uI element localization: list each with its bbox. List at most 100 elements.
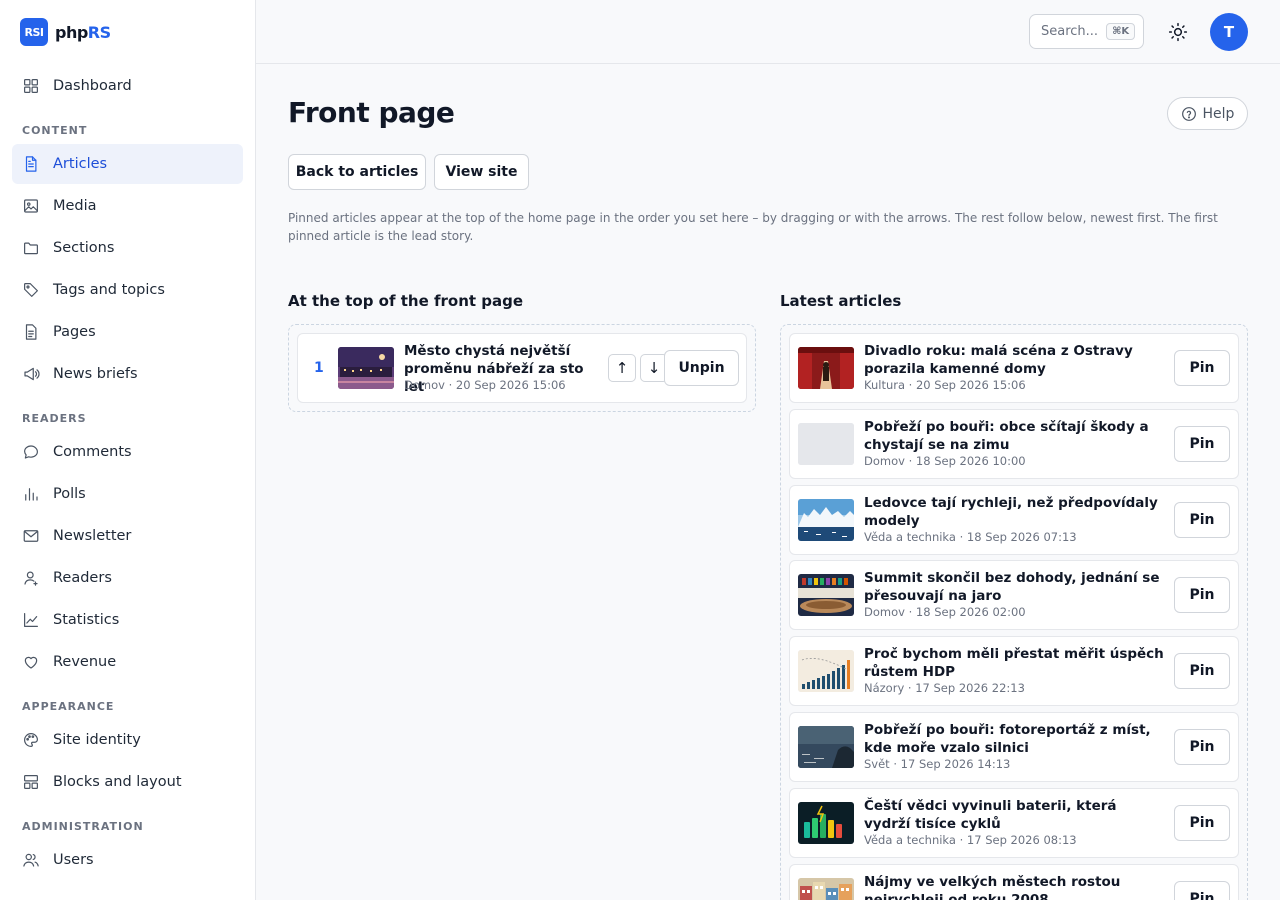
sidebar-item-label: Articles	[53, 156, 108, 172]
sidebar-item-label: Users	[53, 852, 94, 868]
comment-icon	[22, 443, 40, 461]
pin-button[interactable]: Pin	[1174, 501, 1230, 538]
latest-article-card[interactable]: Nájmy ve velkých městech rostou nejrychl…	[789, 863, 1239, 900]
pin-button[interactable]: Pin	[1174, 880, 1230, 900]
pin-button[interactable]: Pin	[1174, 425, 1230, 462]
article-title[interactable]: Čeští vědci vyvinuli baterii, která vydr…	[864, 797, 1164, 833]
latest-article-card[interactable]: Čeští vědci vyvinuli baterii, která vydr…	[789, 787, 1239, 858]
mail-icon	[22, 527, 40, 545]
pin-button[interactable]: Pin	[1174, 577, 1230, 614]
sidebar-item-label: Statistics	[53, 612, 120, 628]
unpin-button[interactable]: Unpin	[664, 350, 739, 386]
brand[interactable]: RSI phpRS	[0, 0, 255, 64]
pinned-article-card[interactable]: 1 Město chystá největší proměnu nábřeží z…	[297, 333, 747, 403]
sidebar-item-users[interactable]: Users	[12, 840, 243, 880]
latest-article-card[interactable]: Divadlo roku: malá scéna z Ostravy poraz…	[789, 333, 1239, 403]
sidebar-item-label: Blocks and layout	[53, 774, 182, 790]
sidebar-item-site-identity[interactable]: Site identity	[12, 720, 243, 760]
user-avatar[interactable]: T	[1210, 13, 1248, 51]
brand-logo: RSI	[20, 18, 48, 46]
sidebar-item-label: Dashboard	[53, 78, 132, 94]
article-meta: Věda a technika · 18 Sep 2026 07:13	[864, 529, 1077, 544]
brand-name: phpRS	[55, 23, 111, 42]
article-thumbnail	[798, 422, 854, 465]
article-meta: Svět · 17 Sep 2026 14:13	[864, 757, 1011, 771]
sidebar-item-revenue[interactable]: Revenue	[12, 642, 243, 682]
latest-list: Divadlo roku: malá scéna z Ostravy poraz…	[780, 324, 1248, 900]
sidebar-item-readers[interactable]: Readers	[12, 558, 243, 598]
palette-icon	[22, 731, 40, 749]
article-title[interactable]: Ledovce tají rychleji, než předpovídaly …	[864, 494, 1164, 530]
tag-icon	[22, 281, 40, 299]
latest-heading: Latest articles	[780, 292, 902, 310]
search-button[interactable]: Search... ⌘K	[1029, 14, 1144, 49]
latest-article-card[interactable]: Proč bychom měli přestat měřit úspěch rů…	[789, 636, 1239, 707]
search-placeholder: Search...	[1041, 24, 1099, 39]
theme-toggle-button[interactable]	[1164, 18, 1192, 46]
sidebar-item-label: Sections	[53, 240, 115, 256]
line-chart-icon	[22, 611, 40, 629]
pin-button[interactable]: Pin	[1174, 804, 1230, 841]
sidebar-item-statistics[interactable]: Statistics	[12, 600, 243, 640]
pinned-list: 1 Město chystá největší proměnu nábřeží z…	[288, 324, 756, 412]
article-thumbnail	[798, 801, 854, 844]
sidebar-item-comments[interactable]: Comments	[12, 432, 243, 472]
layout-icon	[22, 773, 40, 791]
sidebar-item-newsletter[interactable]: Newsletter	[12, 516, 243, 556]
sidebar-item-news-briefs[interactable]: News briefs	[12, 354, 243, 394]
latest-article-card[interactable]: Ledovce tají rychleji, než předpovídaly …	[789, 484, 1239, 555]
sidebar-item-label: Polls	[53, 486, 86, 502]
brand-name-prefix: php	[55, 22, 88, 42]
latest-article-card[interactable]: Summit skončil bez dohody, jednání se př…	[789, 560, 1239, 631]
megaphone-icon	[22, 365, 40, 383]
article-thumbnail	[798, 650, 854, 693]
article-meta: Názory · 17 Sep 2026 22:13	[864, 681, 1025, 696]
users-icon	[22, 851, 40, 869]
move-up-button[interactable]: ↑	[608, 354, 636, 382]
latest-article-card[interactable]: Pobřeží po bouři: fotoreportáž z míst, k…	[789, 712, 1239, 782]
brand-name-suffix: RS	[87, 22, 111, 42]
sidebar-item-tags-and-topics[interactable]: Tags and topics	[12, 270, 243, 310]
article-title[interactable]: Divadlo roku: malá scéna z Ostravy poraz…	[864, 342, 1164, 378]
latest-article-card[interactable]: Pobřeží po bouři: obce sčítají škody a c…	[789, 408, 1239, 479]
sidebar-item-dashboard[interactable]: Dashboard	[12, 66, 243, 106]
article-title[interactable]: Nájmy ve velkých městech rostou nejrychl…	[864, 873, 1164, 900]
user-icon	[22, 569, 40, 587]
article-title[interactable]: Pobřeží po bouři: fotoreportáž z míst, k…	[864, 721, 1164, 757]
view-site-button[interactable]: View site	[434, 154, 529, 190]
folder-icon	[22, 239, 40, 257]
page-title: Front page	[288, 96, 455, 129]
pinned-position: 1	[314, 360, 324, 376]
bar-chart-icon	[22, 485, 40, 503]
article-thumbnail	[798, 726, 854, 768]
sidebar-item-blocks-and-layout[interactable]: Blocks and layout	[12, 762, 243, 802]
article-meta: Domov · 18 Sep 2026 02:00	[864, 605, 1026, 620]
article-title[interactable]: Pobřeží po bouři: obce sčítají škody a c…	[864, 418, 1164, 454]
article-title[interactable]: Summit skončil bez dohody, jednání se př…	[864, 569, 1164, 605]
help-button[interactable]: Help	[1167, 97, 1248, 130]
pin-button[interactable]: Pin	[1174, 653, 1230, 690]
sidebar-section-readers: READERS	[22, 412, 87, 425]
dashboard-icon	[22, 77, 40, 95]
sidebar-item-sections[interactable]: Sections	[12, 228, 243, 268]
pin-button[interactable]: Pin	[1174, 729, 1230, 765]
article-title[interactable]: Proč bychom měli přestat měřit úspěch rů…	[864, 645, 1164, 681]
image-icon	[22, 197, 40, 215]
sidebar-item-pages[interactable]: Pages	[12, 312, 243, 352]
sidebar-section-administration: ADMINISTRATION	[22, 820, 144, 833]
sidebar-item-label: Revenue	[53, 654, 117, 670]
sidebar-item-label: Newsletter	[53, 528, 132, 544]
help-icon	[1181, 106, 1197, 122]
sidebar-item-label: Pages	[53, 324, 96, 340]
sun-icon	[1168, 22, 1188, 42]
pin-button[interactable]: Pin	[1174, 350, 1230, 386]
back-to-articles-button[interactable]: Back to articles	[288, 154, 426, 190]
article-thumbnail	[338, 347, 394, 389]
sidebar-item-media[interactable]: Media	[12, 186, 243, 226]
sidebar-section-content: CONTENT	[22, 124, 88, 137]
sidebar-item-articles[interactable]: Articles	[12, 144, 243, 184]
help-label: Help	[1202, 105, 1235, 122]
article-thumbnail	[798, 877, 854, 900]
sidebar-section-appearance: APPEARANCE	[22, 700, 115, 713]
sidebar-item-polls[interactable]: Polls	[12, 474, 243, 514]
